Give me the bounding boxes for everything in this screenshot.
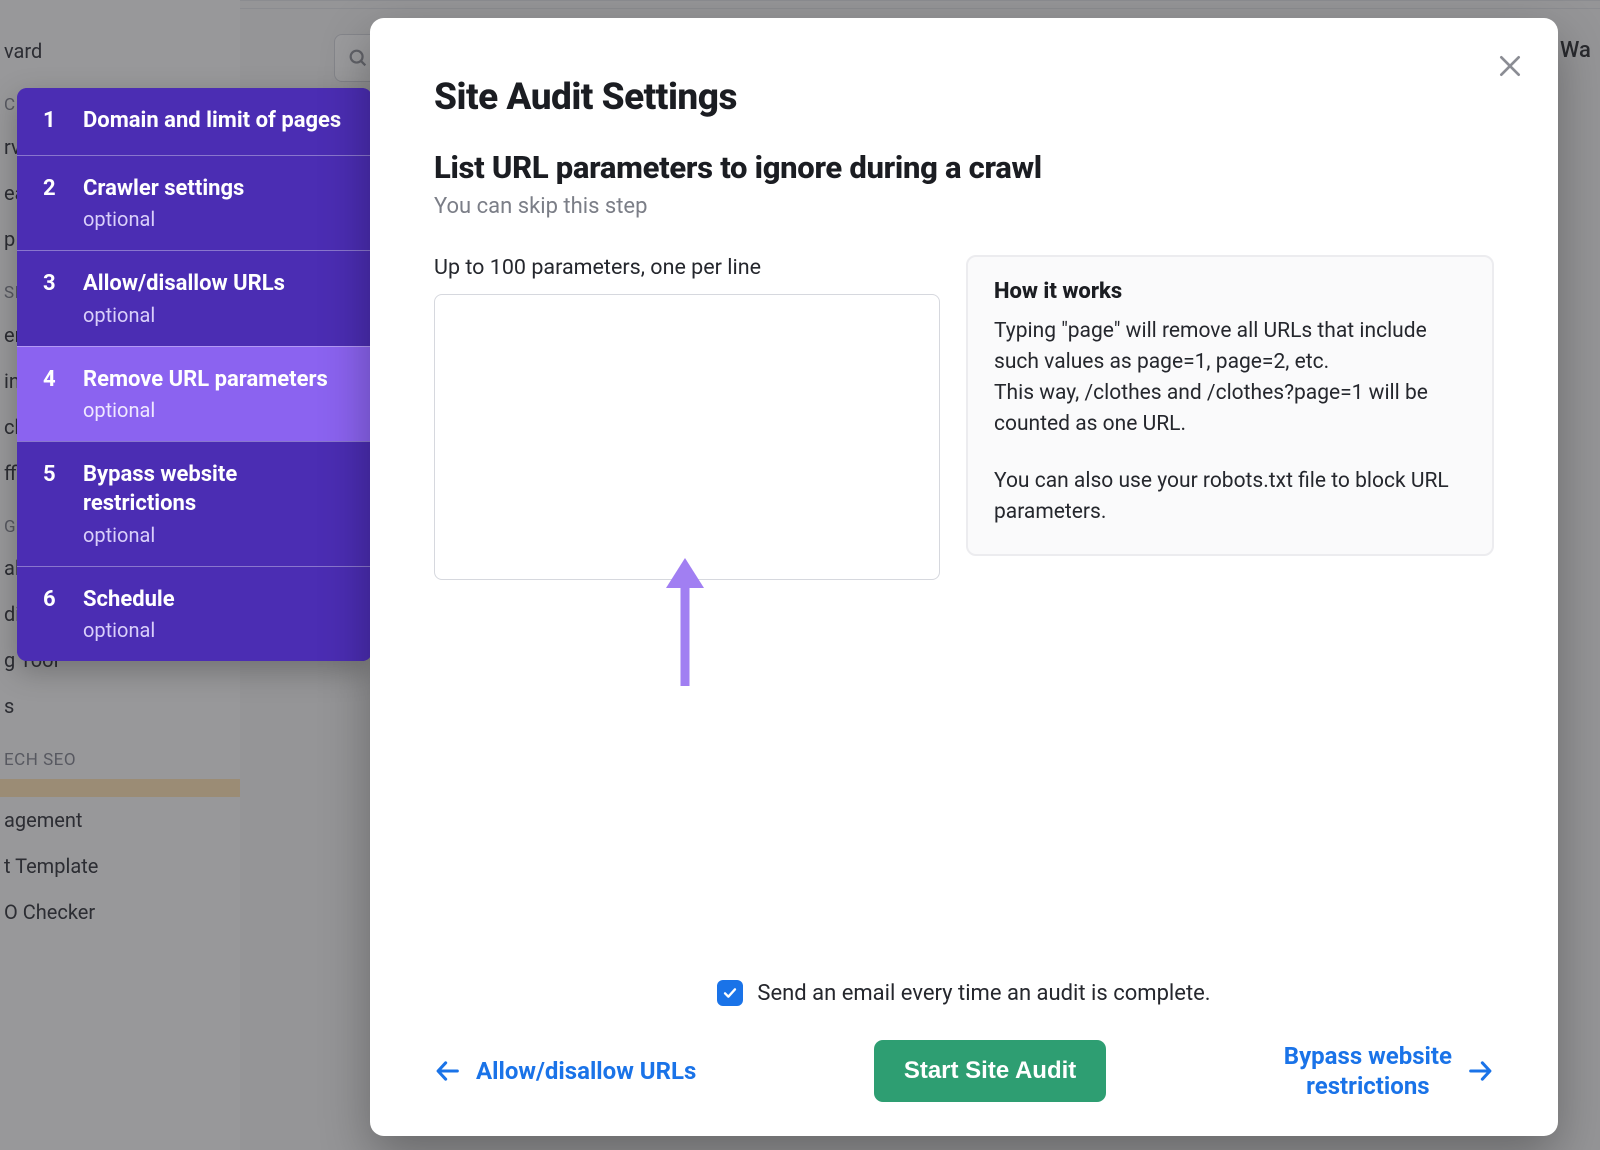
info-title: How it works [994,279,1466,304]
wizard-step-number: 5 [43,461,61,546]
info-paragraph-2: You can also use your robots.txt file to… [994,466,1466,528]
wizard-step-number: 4 [43,366,61,423]
modal-footer: Send an email every time an audit is com… [434,980,1494,1102]
wizard-step-5[interactable]: 5 Bypass website restrictions optional [17,441,372,565]
next-button-label: Bypass website restrictions [1284,1041,1452,1101]
wizard-step-title: Remove URL parameters [83,366,328,395]
wizard-step-4[interactable]: 4 Remove URL parameters optional [17,346,372,442]
wizard-step-optional-label: optional [83,303,285,327]
back-button[interactable]: Allow/disallow URLs [434,1057,696,1085]
wizard-step-title: Allow/disallow URLs [83,270,285,299]
wizard-step-1[interactable]: 1 Domain and limit of pages [17,88,372,155]
info-paragraph-1: Typing "page" will remove all URLs that … [994,316,1466,440]
modal-hint: You can skip this step [434,194,1494,219]
wizard-step-optional-label: optional [83,207,244,231]
wizard-step-number: 1 [43,107,61,136]
how-it-works-box: How it works Typing "page" will remove a… [966,255,1494,556]
next-button[interactable]: Bypass website restrictions [1284,1041,1494,1101]
close-icon[interactable] [1490,46,1530,86]
wizard-step-optional-label: optional [83,398,328,422]
email-notification-label: Send an email every time an audit is com… [757,981,1210,1006]
wizard-step-title: Bypass website restrictions [83,461,350,518]
arrow-left-icon [434,1057,462,1085]
wizard-step-number: 6 [43,586,61,643]
url-parameters-input[interactable] [434,294,940,580]
wizard-step-6[interactable]: 6 Schedule optional [17,566,372,662]
wizard-stepper: 1 Domain and limit of pages 2 Crawler setti… [17,88,372,661]
wizard-step-number: 2 [43,175,61,232]
wizard-step-3[interactable]: 3 Allow/disallow URLs optional [17,250,372,346]
email-notification-checkbox[interactable] [717,980,743,1006]
settings-modal: Site Audit Settings List URL parameters … [370,18,1558,1136]
modal-title: Site Audit Settings [434,76,1494,119]
wizard-step-optional-label: optional [83,523,350,547]
arrow-right-icon [1466,1057,1494,1085]
params-label: Up to 100 parameters, one per line [434,255,940,280]
wizard-step-title: Schedule [83,586,175,615]
start-site-audit-button[interactable]: Start Site Audit [874,1040,1106,1102]
back-button-label: Allow/disallow URLs [476,1057,696,1085]
wizard-step-title: Crawler settings [83,175,244,204]
wizard-step-optional-label: optional [83,618,175,642]
wizard-step-title: Domain and limit of pages [83,107,341,136]
modal-subtitle: List URL parameters to ignore during a c… [434,149,1494,186]
wizard-step-number: 3 [43,270,61,327]
wizard-step-2[interactable]: 2 Crawler settings optional [17,155,372,251]
